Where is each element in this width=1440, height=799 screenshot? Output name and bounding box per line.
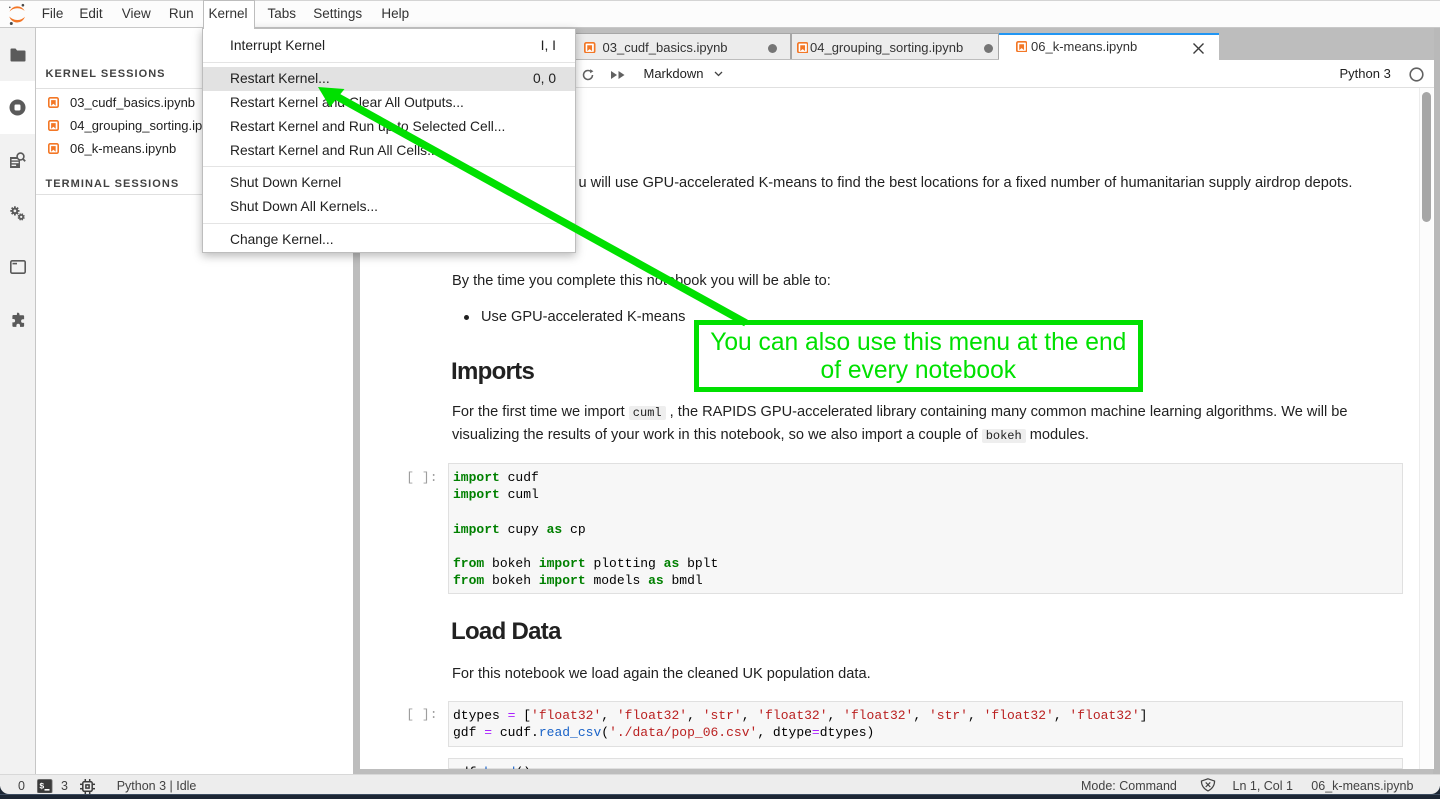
svg-text:$: $ bbox=[39, 781, 44, 791]
